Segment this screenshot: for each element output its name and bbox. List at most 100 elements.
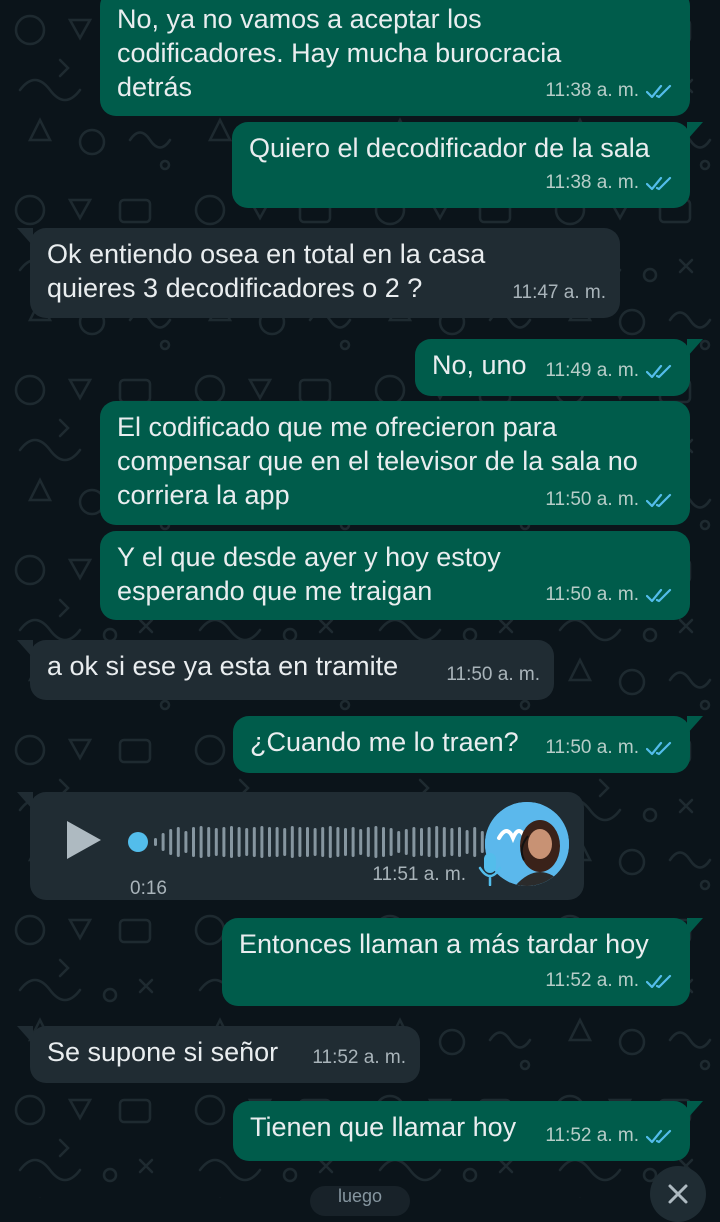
message-text: Se supone si señor [47, 1037, 279, 1067]
message-time: 11:50 a. m. [545, 737, 639, 758]
scroll-to-bottom-button[interactable] [650, 1166, 706, 1222]
double-check-icon [646, 176, 672, 191]
message-text: No, ya no vamos a aceptar los codificado… [117, 4, 562, 102]
waveform-bar [298, 827, 302, 857]
message-meta: 11:38 a. m. [545, 166, 676, 200]
message-meta: 11:47 a. m. [512, 276, 606, 310]
double-check-icon [646, 741, 672, 756]
waveform-bar [252, 827, 256, 857]
message-meta: 11:51 a. m. [372, 858, 466, 892]
message-time: 11:52 a. m. [545, 1125, 639, 1146]
double-check-icon [646, 1129, 672, 1144]
double-check-icon [646, 364, 672, 379]
message-text: No, uno [432, 350, 527, 380]
message-bubble-outgoing[interactable]: No, uno 11:49 a. m. [415, 339, 703, 396]
message-meta: 11:52 a. m. [312, 1041, 406, 1075]
message-time: 11:52 a. m. [545, 970, 639, 991]
waveform-bar [435, 826, 439, 858]
waveform-bar [154, 838, 157, 846]
message-bubble-incoming[interactable]: Se supone si señor 11:52 a. m. [17, 1026, 420, 1083]
mic-icon [478, 853, 502, 886]
message-bubble-outgoing[interactable]: Quiero el decodificador de la sala 11:38… [232, 122, 703, 208]
waveform-bar [336, 827, 340, 857]
waveform-bar [290, 826, 294, 858]
waveform-bar [275, 827, 279, 857]
waveform-bar [442, 827, 446, 857]
message-meta: 11:50 a. m. [545, 578, 676, 612]
message-bubble-outgoing[interactable]: Y el que desde ayer y hoy estoy esperand… [100, 531, 690, 620]
waveform-bar [480, 831, 484, 853]
double-check-icon [646, 493, 672, 508]
message-meta: 11:49 a. m. [545, 354, 676, 388]
double-check-icon [646, 84, 672, 99]
playback-thumb[interactable] [128, 832, 148, 852]
message-meta: 11:50 a. m. [545, 731, 676, 765]
message-text: Tienen que llamar hoy [250, 1112, 517, 1142]
message-text: Quiero el decodificador de la sala [249, 133, 650, 163]
waveform-bar [176, 827, 180, 857]
message-time: 11:38 a. m. [545, 172, 639, 193]
message-bubble-outgoing[interactable]: ¿Cuando me lo traen? 11:50 a. m. [233, 716, 703, 773]
waveform-bar [230, 826, 233, 858]
waveform-bar [389, 828, 393, 856]
waveform-bar [321, 827, 325, 857]
waveform-bar [328, 826, 332, 858]
waveform-bar [427, 827, 431, 857]
waveform-bar [450, 828, 454, 856]
waveform-bar [465, 830, 469, 854]
voice-duration: 0:16 [130, 878, 167, 899]
waveform-bar [359, 829, 363, 855]
unread-indicator: luego [310, 1186, 410, 1216]
message-time: 11:38 a. m. [545, 80, 639, 101]
waveform-bar [214, 828, 218, 856]
message-bubble-incoming[interactable]: Ok entiendo osea en total en la casa qui… [17, 228, 620, 318]
message-meta: 11:52 a. m. [545, 964, 676, 998]
waveform-bar [192, 827, 195, 857]
message-text: ¿Cuando me lo traen? [250, 727, 519, 757]
waveform-bar [344, 828, 347, 856]
waveform-bar [351, 827, 355, 857]
waveform-bar [412, 827, 416, 857]
voice-message-bubble[interactable]: 0:16 11:51 a. m. [17, 792, 584, 900]
message-meta: 11:52 a. m. [545, 1119, 676, 1153]
message-text: Ok entiendo osea en total en la casa qui… [47, 239, 486, 303]
message-bubble-outgoing[interactable]: No, ya no vamos a aceptar los codificado… [100, 0, 690, 116]
waveform-bar [184, 831, 188, 853]
message-meta: 11:50 a. m. [446, 658, 540, 692]
message-bubble-outgoing[interactable]: Tienen que llamar hoy 11:52 a. m. [233, 1101, 703, 1161]
message-text: Y el que desde ayer y hoy estoy esperand… [117, 542, 501, 606]
waveform-bar [199, 826, 203, 858]
waveform-bar [207, 827, 211, 857]
message-list[interactable]: No, ya no vamos a aceptar los codificado… [0, 0, 720, 1222]
message-time: 11:52 a. m. [312, 1047, 406, 1068]
message-meta: 11:38 a. m. [545, 74, 676, 108]
message-text: Entonces llaman a más tardar hoy [239, 929, 649, 959]
play-icon[interactable] [67, 821, 101, 859]
message-time: 11:51 a. m. [372, 864, 466, 885]
message-time: 11:50 a. m. [545, 584, 639, 605]
message-bubble-incoming[interactable]: a ok si ese ya esta en tramite 11:50 a. … [17, 640, 554, 700]
waveform-bar [161, 833, 165, 851]
message-text: a ok si ese ya esta en tramite [47, 651, 399, 681]
waveform-bar [313, 828, 317, 856]
message-time: 11:50 a. m. [446, 664, 540, 685]
message-time: 11:49 a. m. [545, 360, 639, 381]
waveform-bar [404, 829, 408, 855]
waveform-bar [374, 826, 378, 858]
message-bubble-outgoing[interactable]: Entonces llaman a más tardar hoy 11:52 a… [222, 918, 703, 1006]
waveform-bar [306, 827, 309, 857]
waveform-bar [366, 827, 370, 857]
message-time: 11:50 a. m. [545, 489, 639, 510]
double-check-icon [646, 588, 672, 603]
message-time: 11:47 a. m. [512, 282, 606, 303]
waveform-bar [237, 827, 241, 857]
double-check-icon [646, 974, 672, 989]
waveform-bar [260, 826, 264, 858]
waveform-bar [382, 827, 385, 857]
message-bubble-outgoing[interactable]: El codificado que me ofrecieron para com… [100, 401, 690, 525]
waveform-bar [397, 831, 401, 853]
waveform-bar [268, 827, 271, 857]
message-meta: 11:50 a. m. [545, 483, 676, 517]
waveform-bar [245, 828, 249, 856]
waveform-bar [169, 829, 173, 855]
